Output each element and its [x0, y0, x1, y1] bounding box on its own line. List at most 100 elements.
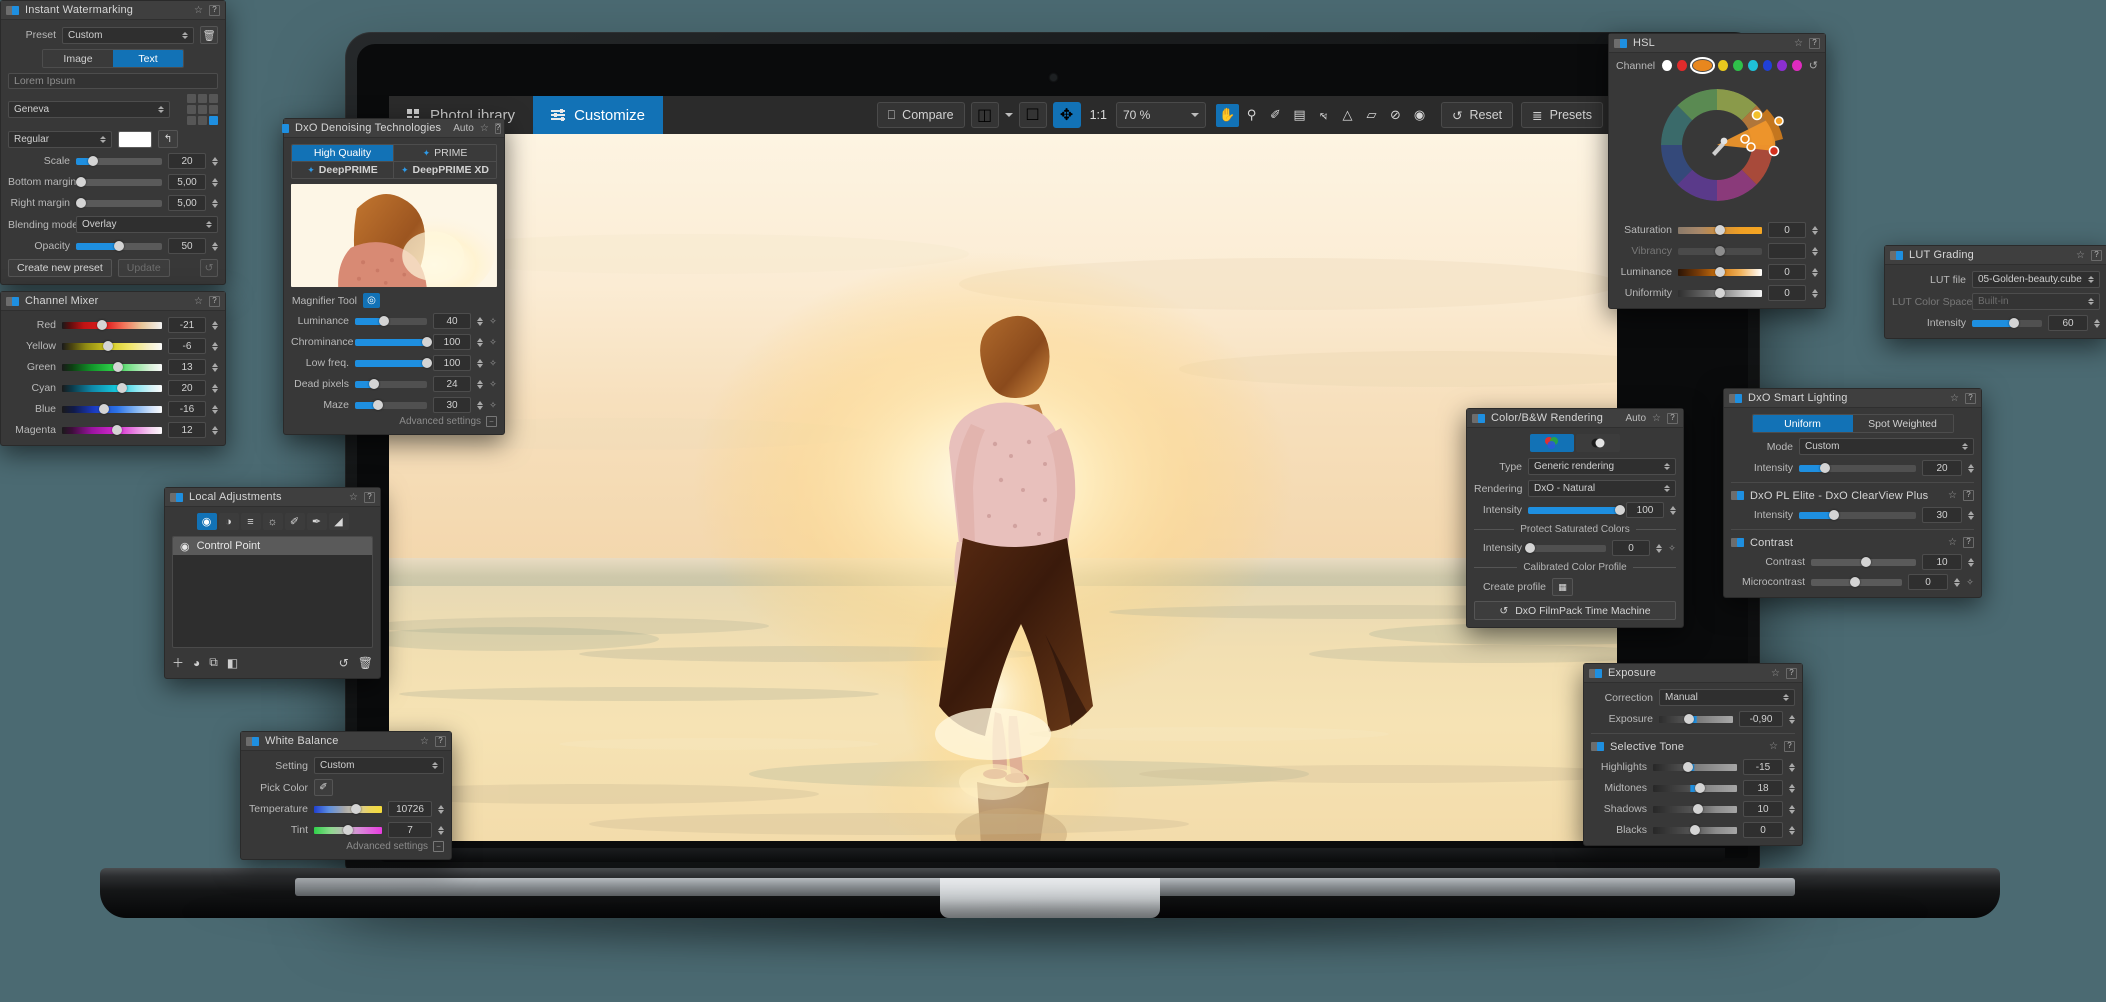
- help-icon[interactable]: ?: [209, 296, 220, 307]
- saturation-stepper[interactable]: [1812, 226, 1818, 235]
- tab-watermark-image[interactable]: Image: [43, 50, 113, 67]
- mode-deepprime-xd[interactable]: ✦ DeepPRIME XD: [394, 162, 496, 178]
- channel-magenta[interactable]: [1792, 60, 1802, 71]
- control-point-tool[interactable]: ◉: [197, 513, 217, 530]
- sl-intensity-slider[interactable]: [1799, 465, 1916, 472]
- magic-wand-icon[interactable]: ✧: [489, 337, 497, 348]
- brush-tool[interactable]: ✒: [307, 513, 327, 530]
- brightness-tool[interactable]: ☼: [263, 513, 283, 530]
- clearview-intensity-slider[interactable]: [1799, 512, 1916, 519]
- protect-intensity-slider[interactable]: [1528, 545, 1606, 552]
- help-icon[interactable]: ?: [1809, 38, 1820, 49]
- green-stepper[interactable]: [212, 363, 218, 372]
- magnifier-tool-button[interactable]: ◎: [363, 293, 380, 308]
- magic-wand-icon[interactable]: ✧: [1668, 543, 1676, 554]
- channel-orange[interactable]: [1692, 59, 1714, 72]
- auto-label[interactable]: Auto: [453, 123, 474, 134]
- hand-tool[interactable]: ✋: [1216, 104, 1239, 127]
- help-icon[interactable]: ?: [1963, 537, 1974, 548]
- font-family-select[interactable]: Geneva: [8, 101, 170, 118]
- cyan-stepper[interactable]: [212, 384, 218, 393]
- panel-toggle[interactable]: [1890, 251, 1903, 260]
- delete-preset-button[interactable]: 🗑: [200, 26, 218, 44]
- panel-toggle[interactable]: [1614, 39, 1627, 48]
- favorite-star-icon[interactable]: ☆: [1771, 668, 1780, 679]
- magenta-slider[interactable]: [62, 427, 162, 434]
- lut-file-select[interactable]: 05-Golden-beauty.cube: [1972, 271, 2100, 288]
- red-stepper[interactable]: [212, 321, 218, 330]
- clearview-intensity-value[interactable]: 30: [1922, 507, 1962, 523]
- panel-local-adjustments[interactable]: Local Adjustments ☆ ? ◉ ◑ ≡ ☼ ✐ ✒ ◢ ◉ Co…: [164, 487, 381, 679]
- panel-toggle[interactable]: [6, 6, 19, 15]
- favorite-star-icon[interactable]: ☆: [194, 5, 203, 16]
- bottom-margin-value[interactable]: 5,00: [168, 174, 206, 190]
- channel-red[interactable]: [1677, 60, 1687, 71]
- show-mask-button[interactable]: ◕: [193, 656, 200, 670]
- channel-yellow[interactable]: [1718, 60, 1728, 71]
- favorite-star-icon[interactable]: ☆: [1769, 741, 1778, 752]
- invert-mask-button[interactable]: ◧: [227, 656, 238, 670]
- temperature-slider[interactable]: [314, 806, 382, 813]
- help-icon[interactable]: ?: [495, 123, 501, 134]
- yellow-value[interactable]: -6: [168, 338, 206, 354]
- hsl-color-wheel[interactable]: [1648, 76, 1786, 214]
- red-value[interactable]: -21: [168, 317, 206, 333]
- panel-exposure[interactable]: Exposure ☆ ? Correction Manual Exposure …: [1583, 663, 1803, 846]
- red-eye-tool[interactable]: ◉: [1408, 104, 1431, 127]
- reset-masks-button[interactable]: ↺: [339, 656, 349, 670]
- fit-view-button[interactable]: ☐: [1019, 102, 1047, 128]
- chrominance-value[interactable]: 100: [433, 334, 471, 350]
- temperature-stepper[interactable]: [438, 805, 444, 814]
- luminance-slider[interactable]: [355, 318, 427, 325]
- bottom-margin-slider[interactable]: [76, 179, 162, 186]
- luminance-value[interactable]: 0: [1768, 264, 1806, 280]
- pan-view-button[interactable]: ✥: [1053, 102, 1081, 128]
- compare-button[interactable]: ⎕ Compare: [877, 102, 965, 128]
- presets-button[interactable]: ≣ Presets: [1521, 102, 1603, 128]
- shadows-value[interactable]: 10: [1743, 801, 1783, 817]
- panel-toggle[interactable]: [6, 297, 19, 306]
- auto-mask-tool[interactable]: ◑: [219, 513, 239, 530]
- type-select[interactable]: Generic rendering: [1528, 458, 1676, 475]
- uniformity-value[interactable]: 0: [1768, 285, 1806, 301]
- blue-slider[interactable]: [62, 406, 162, 413]
- panel-toggle[interactable]: [1731, 538, 1744, 547]
- contrast-value[interactable]: 10: [1922, 554, 1962, 570]
- help-icon[interactable]: ?: [2091, 250, 2102, 261]
- protect-intensity-stepper[interactable]: [1656, 544, 1662, 553]
- font-style-select[interactable]: Regular: [8, 131, 112, 148]
- rendering-select[interactable]: DxO - Natural: [1528, 480, 1676, 497]
- mask-list[interactable]: ◉ Control Point: [172, 536, 373, 648]
- scale-slider[interactable]: [76, 158, 162, 165]
- contrast-slider[interactable]: [1811, 559, 1916, 566]
- scale-value[interactable]: 20: [168, 153, 206, 169]
- deadpixels-slider[interactable]: [355, 381, 427, 388]
- view-mode-button[interactable]: ◫: [971, 102, 999, 128]
- yellow-slider[interactable]: [62, 343, 162, 350]
- duplicate-mask-button[interactable]: ⧉: [209, 655, 218, 670]
- favorite-star-icon[interactable]: ☆: [1652, 413, 1661, 424]
- deadpixels-value[interactable]: 24: [433, 376, 471, 392]
- panel-toggle[interactable]: [170, 493, 183, 502]
- magic-wand-icon[interactable]: ✧: [489, 379, 497, 390]
- force-parallel-tool[interactable]: △: [1336, 104, 1359, 127]
- lut-intensity-slider[interactable]: [1972, 320, 2042, 327]
- color-mode-button[interactable]: [1530, 434, 1574, 452]
- exposure-value[interactable]: -0,90: [1739, 711, 1783, 727]
- highlights-value[interactable]: -15: [1743, 759, 1783, 775]
- favorite-star-icon[interactable]: ☆: [1950, 393, 1959, 404]
- reset-font-button[interactable]: ↰: [158, 130, 178, 148]
- bw-mode-button[interactable]: [1576, 434, 1620, 452]
- panel-hsl[interactable]: HSL ☆ ? Channel ↺: [1608, 33, 1826, 309]
- help-icon[interactable]: ?: [1784, 741, 1795, 752]
- reset-watermark-button[interactable]: ↺: [200, 259, 218, 277]
- opacity-value[interactable]: 50: [168, 238, 206, 254]
- temperature-value[interactable]: 10726: [388, 801, 432, 817]
- denoise-preview[interactable]: [291, 184, 497, 287]
- right-margin-slider[interactable]: [76, 200, 162, 207]
- midtones-stepper[interactable]: [1789, 784, 1795, 793]
- tint-slider[interactable]: [314, 827, 382, 834]
- intensity-value[interactable]: 100: [1626, 502, 1664, 518]
- mode-select[interactable]: Custom: [1799, 438, 1974, 455]
- magic-wand-icon[interactable]: ✧: [489, 400, 497, 411]
